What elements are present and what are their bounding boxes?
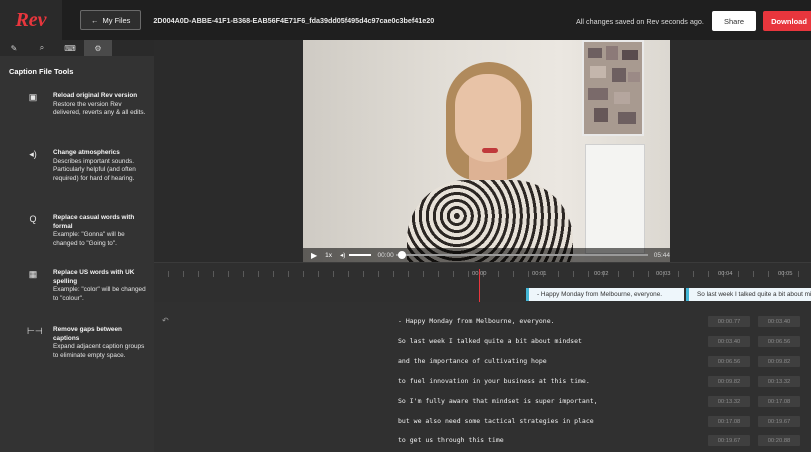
speed-button[interactable]: 1x	[325, 252, 332, 259]
tool-title: Replace casual words with formal	[53, 214, 135, 230]
caption-end-time[interactable]: 00:03.40	[758, 316, 800, 327]
caption-line[interactable]: but we also need some tactical strategie…	[398, 417, 594, 425]
transcript-panel: ↶ - Happy Monday from Melbourne, everyon…	[154, 302, 811, 452]
download-button[interactable]: Download	[763, 11, 811, 31]
sidebar-title: Caption File Tools	[9, 67, 74, 76]
caption-end-time[interactable]: 00:09.82	[758, 356, 800, 367]
photo-board	[582, 40, 644, 136]
pen-icon[interactable]: ✎	[0, 40, 28, 56]
tool-text: Change atmospherics Describes important …	[53, 149, 149, 183]
caption-line[interactable]: to fuel innovation in your business at t…	[398, 377, 590, 385]
timeline-tick: 00:01	[532, 271, 547, 277]
video-area: ▶ 1x ◂) 00:00 05:44	[154, 40, 811, 262]
tool-title: Change atmospherics	[53, 149, 120, 156]
tool-desc: Example: "color" will be changed to "col…	[53, 286, 146, 302]
caption-start-time[interactable]: 00:06.56	[708, 356, 750, 367]
gear-icon[interactable]: ⚙	[84, 40, 112, 56]
reload-file-icon: ▣	[28, 92, 38, 102]
remove-gaps-icon: ⊢⊣	[27, 326, 43, 336]
caption-start-time[interactable]: 00:09.82	[708, 376, 750, 387]
back-arrow-icon: ←	[91, 15, 99, 25]
caption-end-time[interactable]: 00:20.88	[758, 435, 800, 446]
file-id: 2D004A0D-ABBE-41F1-B368-EAB56F4E71F6_fda…	[153, 15, 435, 25]
my-files-button[interactable]: ← My Files	[80, 10, 142, 30]
tool-title: Reload original Rev version	[53, 92, 138, 99]
timeline[interactable]: 00:00 00:01 00:02 00:03 00:04 00:05 - Ha…	[154, 262, 811, 303]
timeline-tick: 00:04	[718, 271, 733, 277]
caption-start-time[interactable]: 00:19.67	[708, 435, 750, 446]
caption-end-time[interactable]: 00:19.67	[758, 416, 800, 427]
volume-icon[interactable]: ◂)	[340, 251, 345, 259]
timeline-tick: 00:02	[594, 271, 609, 277]
share-button[interactable]: Share	[712, 11, 756, 31]
caption-start-time[interactable]: 00:03.40	[708, 336, 750, 347]
caption-line[interactable]: to get us through this time	[398, 436, 504, 444]
play-icon[interactable]: ▶	[311, 251, 317, 260]
undo-icon[interactable]: ↶	[162, 316, 169, 325]
caption-line[interactable]: - Happy Monday from Melbourne, everyone.	[398, 317, 555, 325]
tool-text: Remove gaps between captions Expand adja…	[53, 326, 149, 360]
keyboard-icon[interactable]: ⌨	[56, 40, 84, 56]
tool-tabs: ✎ ⌕ ⌨ ⚙	[0, 40, 154, 56]
tool-desc: Describes important sounds. Particularly…	[53, 157, 136, 182]
tool-text: Replace US words with UK spelling Exampl…	[53, 269, 149, 303]
caption-line[interactable]: So last week I talked quite a bit about …	[398, 337, 582, 345]
caption-line[interactable]: and the importance of cultivating hope	[398, 357, 547, 365]
timeline-caption-block[interactable]: - Happy Monday from Melbourne, everyone.	[526, 288, 684, 301]
search-icon[interactable]: ⌕	[28, 40, 56, 56]
video-frame[interactable]	[303, 40, 670, 262]
rev-logo[interactable]: Rev	[0, 0, 62, 40]
timeline-caption-block[interactable]: So last week I talked quite a bit about …	[686, 288, 811, 301]
timeline-tick: 00:03	[656, 271, 671, 277]
video-controls: ▶ 1x ◂) 00:00 05:44	[303, 248, 670, 262]
caption-start-time[interactable]: 00:13.32	[708, 396, 750, 407]
person-lips	[482, 148, 498, 153]
tool-title: Remove gaps between captions	[53, 326, 122, 342]
volume-slider[interactable]	[349, 254, 372, 256]
uk-flag-icon: ▦	[28, 269, 38, 279]
tool-desc: Example: "Gonna" will be changed to "Goi…	[53, 231, 125, 247]
caption-start-time[interactable]: 00:17.08	[708, 416, 750, 427]
logo-text: Rev	[15, 8, 47, 31]
seek-knob[interactable]	[397, 251, 406, 259]
current-time: 00:00	[377, 251, 394, 259]
save-status: All changes saved on Rev seconds ago.	[576, 17, 704, 26]
caption-end-time[interactable]: 00:06.56	[758, 336, 800, 347]
my-files-label: My Files	[102, 15, 131, 25]
caption-line[interactable]: So I'm fully aware that mindset is super…	[398, 397, 598, 405]
caption-start-time[interactable]: 00:00.77	[708, 316, 750, 327]
caption-end-time[interactable]: 00:17.08	[758, 396, 800, 407]
duration: 05:44	[653, 251, 670, 259]
playhead[interactable]	[479, 269, 480, 303]
tool-text: Reload original Rev version Restore the …	[53, 92, 149, 118]
replace-words-icon: Q	[29, 214, 37, 224]
tool-text: Replace casual words with formal Example…	[53, 214, 149, 248]
seek-bar[interactable]	[395, 251, 648, 259]
tool-desc: Restore the version Rev delivered, rever…	[53, 100, 146, 117]
timeline-tick: 00:05	[778, 271, 793, 277]
whiteboard	[585, 144, 645, 254]
top-bar: Rev ← My Files 2D004A0D-ABBE-41F1-B368-E…	[0, 0, 811, 40]
tool-desc: Expand adjacent caption groups to elimin…	[53, 343, 145, 359]
caption-end-time[interactable]: 00:13.32	[758, 376, 800, 387]
sidebar: ✎ ⌕ ⌨ ⚙ Caption File Tools ▣ Reload orig…	[0, 40, 154, 452]
tool-title: Replace US words with UK spelling	[53, 269, 135, 285]
speaker-icon: ◂)	[29, 149, 37, 159]
